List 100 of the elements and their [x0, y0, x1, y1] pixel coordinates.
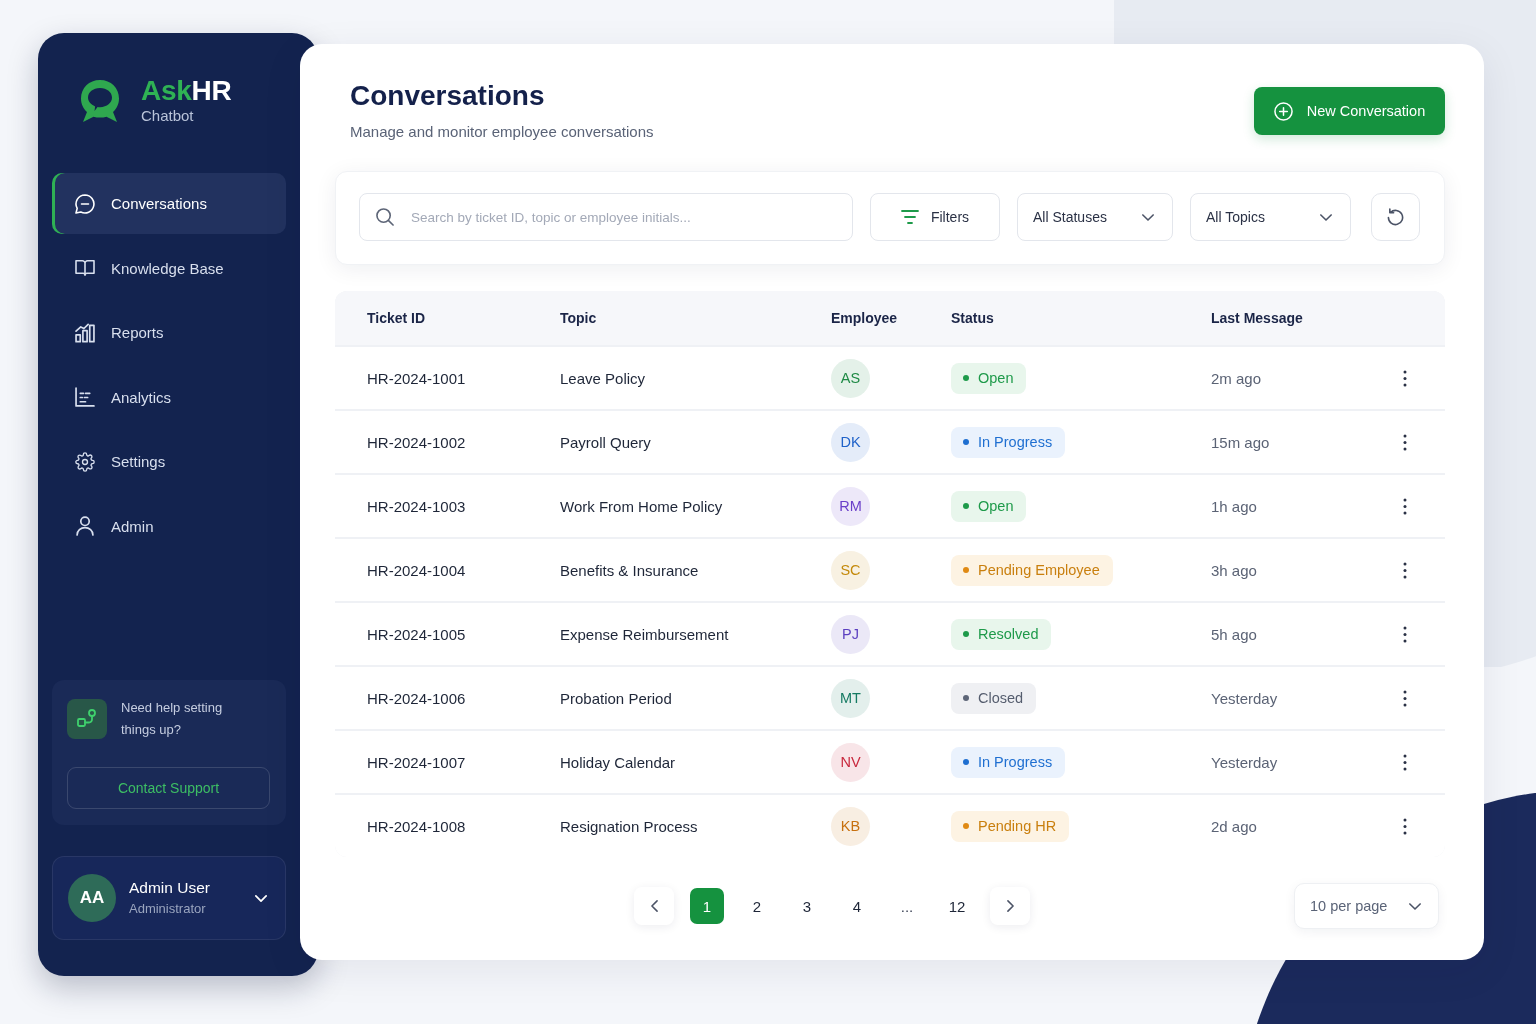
chevron-right-icon — [1006, 900, 1014, 912]
more-options-icon[interactable] — [1403, 433, 1407, 451]
status-dot-icon — [963, 503, 969, 509]
status-text: In Progress — [978, 754, 1053, 770]
nav-item[interactable]: Analytics — [52, 366, 286, 428]
page-button[interactable]: 12 — [940, 888, 974, 924]
page-button[interactable]: 4 — [840, 888, 874, 924]
book-icon — [75, 258, 95, 279]
more-options-icon[interactable] — [1403, 817, 1407, 835]
ticket-id-cell-text: HR-2024-1003 — [367, 497, 467, 515]
status-dot-icon — [963, 439, 969, 445]
employee-avatar: SC — [831, 550, 870, 590]
topic-cell-text: Benefits & Insurance — [560, 561, 700, 579]
topic-cell-text: Probation Period — [560, 689, 673, 707]
search-icon — [376, 208, 394, 226]
previous-page-button[interactable] — [634, 887, 674, 925]
status-text: Open — [978, 498, 1014, 514]
filters-button[interactable]: Filters — [870, 193, 1000, 241]
employee-avatar: AS — [831, 358, 870, 398]
status-dot-icon — [963, 695, 969, 701]
search-field[interactable]: Search by ticket ID, topic or employee initials... — [359, 193, 853, 241]
employee-avatar: DK — [831, 422, 870, 462]
nav-item[interactable]: Knowledge Base — [52, 237, 286, 299]
help-text: Need help setting things up? — [121, 699, 224, 739]
column-header: Ticket ID — [367, 310, 427, 326]
ticket-id-cell-text: HR-2024-1008 — [367, 817, 467, 835]
employee-avatar: MT — [831, 678, 870, 718]
last-message-cell-text: Yesterday — [1211, 753, 1279, 771]
chevron-down-icon — [1320, 213, 1332, 221]
ticket-id-cell-text: HR-2024-1007 — [367, 753, 467, 771]
new-conversation-button[interactable]: New Conversation — [1254, 87, 1445, 135]
more-options-icon[interactable] — [1403, 689, 1407, 707]
pagination-ellipsis: ... — [899, 896, 915, 917]
page-button[interactable]: 1 — [690, 888, 724, 924]
page-button[interactable]: 3 — [790, 888, 824, 924]
page-title: Conversations — [350, 79, 546, 113]
status-dot-icon — [963, 823, 969, 829]
status-text: Resolved — [978, 626, 1039, 642]
flowchart-icon — [67, 699, 107, 739]
status-text: Pending HR — [978, 818, 1057, 834]
chat-bubble-icon — [75, 193, 95, 214]
more-options-icon[interactable] — [1403, 369, 1407, 387]
column-header: Topic — [560, 310, 598, 326]
more-options-icon[interactable] — [1403, 497, 1407, 515]
more-options-icon[interactable] — [1403, 561, 1407, 579]
status-text: In Progress — [978, 434, 1053, 450]
more-options-icon[interactable] — [1403, 753, 1407, 771]
ticket-id-cell-text: HR-2024-1002 — [367, 433, 467, 451]
last-message-cell-text: 2d ago — [1211, 817, 1258, 835]
last-message-cell-text: 2m ago — [1211, 369, 1263, 387]
user-role: Administrator — [129, 900, 207, 918]
status-text: Closed — [978, 690, 1024, 706]
user-avatar: AA — [68, 874, 116, 922]
last-message-cell-text: 15m ago — [1211, 433, 1271, 451]
nav-item[interactable]: Reports — [52, 302, 286, 364]
employee-avatar: KB — [831, 806, 870, 846]
app-name: AskHR — [141, 76, 232, 106]
chevron-down-icon[interactable] — [255, 894, 267, 902]
settings-icon — [75, 451, 95, 472]
last-message-cell-text: Yesterday — [1211, 689, 1279, 707]
nav-item[interactable]: Admin — [52, 495, 286, 557]
page-button[interactable]: 2 — [740, 888, 774, 924]
topic-cell-text: Payroll Query — [560, 433, 652, 451]
last-message-cell-text: 3h ago — [1211, 561, 1258, 579]
ticket-id-cell-text: HR-2024-1006 — [367, 689, 467, 707]
topic-filter-dropdown[interactable]: All Topics — [1190, 193, 1351, 241]
nav-item[interactable]: Conversations — [52, 173, 286, 234]
ticket-id-cell-text: HR-2024-1001 — [367, 369, 467, 387]
column-header: Last Message — [1211, 310, 1304, 326]
next-page-button[interactable] — [990, 887, 1030, 925]
bar-chart-icon — [75, 322, 95, 343]
user-name: Admin User — [129, 878, 211, 898]
more-options-icon[interactable] — [1403, 625, 1407, 643]
status-text: Open — [978, 370, 1014, 386]
page-subtitle: Manage and monitor employee conversations — [350, 122, 654, 142]
contact-support-button[interactable]: Contact Support — [67, 767, 270, 809]
refresh-icon — [1387, 208, 1404, 226]
status-dot-icon — [963, 631, 969, 637]
person-icon — [75, 516, 95, 537]
employee-avatar: PJ — [831, 614, 870, 654]
ticket-id-cell-text: HR-2024-1005 — [367, 625, 467, 643]
user-card[interactable]: AA Admin User Administrator — [52, 856, 286, 940]
chevron-down-icon — [1142, 213, 1154, 221]
refresh-button[interactable] — [1371, 193, 1420, 241]
status-dot-icon — [963, 567, 969, 573]
status-dot-icon — [963, 375, 969, 381]
per-page-dropdown[interactable]: 10 per page — [1294, 883, 1439, 929]
chart-axes-icon — [75, 387, 95, 408]
app-tagline: Chatbot — [141, 106, 195, 126]
filter-icon — [900, 210, 919, 224]
chevron-down-icon — [1409, 902, 1421, 910]
status-text: Pending Employee — [978, 562, 1100, 578]
last-message-cell-text: 5h ago — [1211, 625, 1258, 643]
nav-item[interactable]: Settings — [52, 431, 286, 493]
status-dot-icon — [963, 759, 969, 765]
last-message-cell-text: 1h ago — [1211, 497, 1258, 515]
status-filter-dropdown[interactable]: All Statuses — [1017, 193, 1173, 241]
topic-cell-text: Expense Reimbursement — [560, 625, 730, 643]
employee-avatar: RM — [831, 486, 870, 526]
topic-cell-text: Resignation Process — [560, 817, 699, 835]
